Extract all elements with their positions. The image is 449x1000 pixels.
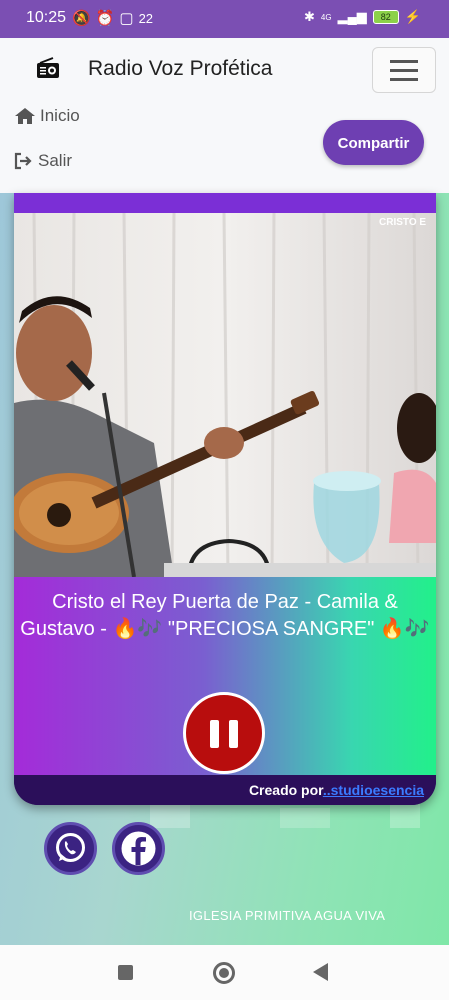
whatsapp-icon — [56, 833, 85, 862]
network-label: 4G — [320, 12, 332, 22]
signal-icon: ▂▄▆ — [337, 9, 367, 24]
alarm-icon: ⏰ — [95, 10, 120, 27]
sign-out-icon — [14, 152, 32, 170]
back-button[interactable] — [313, 963, 328, 981]
status-right: ✱ 4G ▂▄▆ 82 ⚡ — [304, 9, 421, 25]
battery-icon: 82 — [372, 10, 399, 24]
cover-overlay-text: CRISTO E — [379, 217, 426, 228]
radio-icon — [37, 57, 59, 78]
temperature-value: 22 — [138, 11, 154, 26]
nav-inicio-label: Inicio — [40, 106, 80, 125]
notification-off-icon: 🔕 — [72, 10, 96, 27]
album-cover-image: CRISTO E — [14, 213, 436, 577]
facebook-icon — [121, 831, 156, 866]
recents-button[interactable] — [118, 965, 133, 980]
charging-icon: ⚡ — [404, 9, 421, 24]
pause-icon — [210, 720, 219, 748]
player-card: CRISTO E Cristo el Rey Puerta de Paz - C… — [14, 193, 436, 805]
bluetooth-icon: ✱ — [304, 9, 315, 24]
status-bar: 10:25 🔕⏰▢22 ✱ 4G ▂▄▆ 82 ⚡ — [0, 0, 449, 38]
facebook-button[interactable] — [112, 822, 165, 875]
whatsapp-button[interactable] — [44, 822, 97, 875]
nav-salir-label: Salir — [38, 151, 73, 170]
nav-inicio-link[interactable]: Inicio — [14, 106, 80, 126]
app-title: Radio Voz Profética — [88, 57, 273, 80]
app-icon: ▢ — [119, 10, 139, 27]
system-nav-bar — [0, 945, 449, 1000]
share-button[interactable]: Compartir — [323, 120, 424, 165]
menu-toggle-button[interactable] — [372, 47, 436, 93]
nav-salir-link[interactable]: Salir — [14, 151, 72, 171]
credits-link[interactable]: ..studioesencia — [323, 782, 424, 798]
credits: Creado por..studioesencia — [249, 782, 424, 798]
song-title: Cristo el Rey Puerta de Paz - Camila & G… — [20, 591, 430, 640]
pause-button[interactable] — [183, 692, 265, 774]
footer-church-name: IGLESIA PRIMITIVA AGUA VIVA — [189, 908, 386, 923]
player-controls-panel: Cristo el Rey Puerta de Paz - Camila & G… — [14, 577, 436, 775]
home-button[interactable] — [213, 962, 235, 984]
credits-prefix: Creado por — [248, 782, 323, 798]
status-icons: 🔕⏰▢22 — [72, 9, 153, 27]
menu-icon — [390, 60, 418, 63]
status-time: 10:25 — [26, 9, 67, 26]
credits-bar: Creado por..studioesencia — [14, 775, 436, 805]
home-icon — [15, 108, 35, 124]
